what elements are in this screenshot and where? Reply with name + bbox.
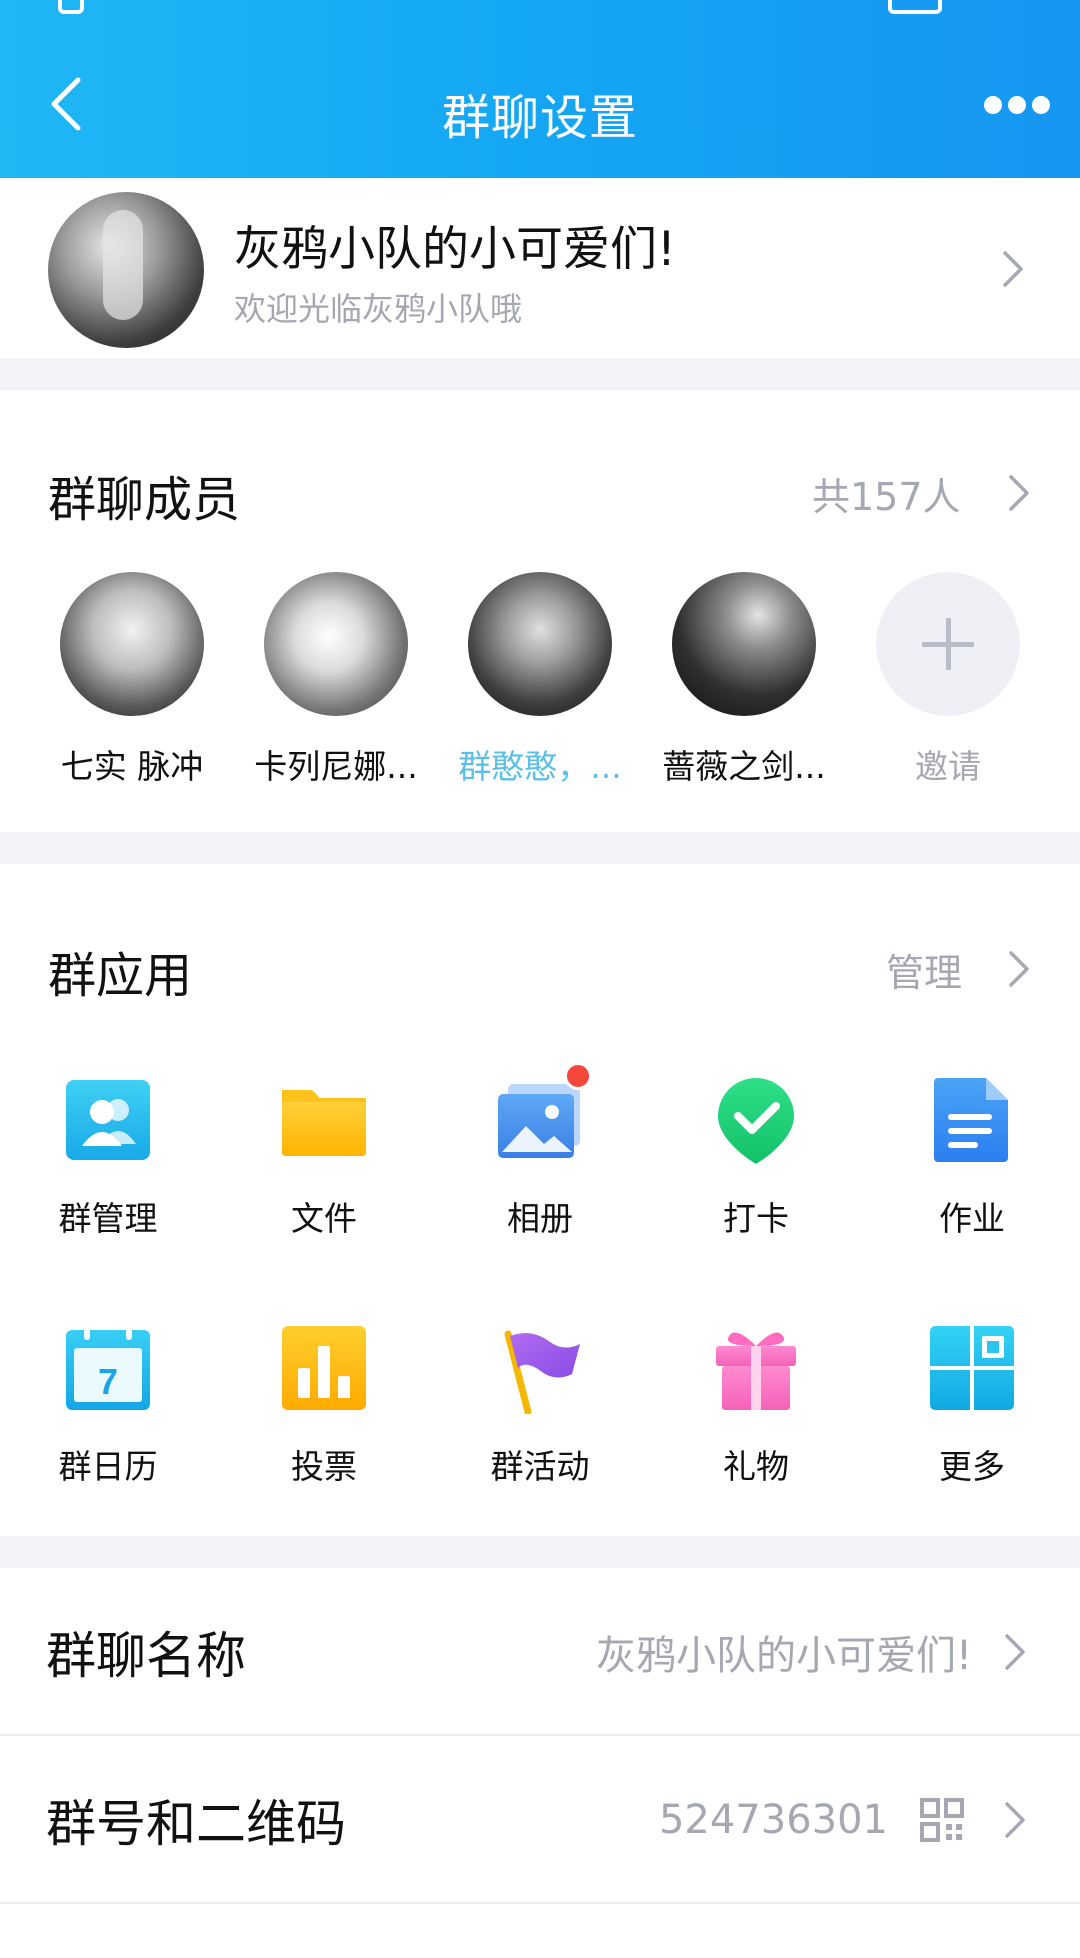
row-label: 群聊名称: [46, 1627, 246, 1685]
app-label: 更多: [939, 1447, 1005, 1486]
battery-icon: [888, 0, 942, 14]
chevron-right-icon: [1008, 474, 1030, 512]
notification-badge: [564, 1062, 592, 1090]
member-name: 群憨憨，...: [458, 747, 622, 786]
folder-icon: [278, 1074, 370, 1166]
members-count: 共157人: [812, 475, 961, 519]
group-manage-icon: [62, 1074, 154, 1166]
app-activity[interactable]: 群活动: [432, 1322, 648, 1488]
album-icon: [494, 1062, 592, 1166]
flag-icon: [494, 1322, 586, 1414]
settings-list: 群聊名称 灰鸦小队的小可爱们! 群号和二维码 524736301: [0, 1568, 1080, 1958]
more-options-icon[interactable]: [984, 96, 1050, 116]
status-bar: [0, 0, 1080, 20]
more-apps-icon: [926, 1322, 1018, 1414]
calendar-icon: 7: [62, 1322, 154, 1414]
divider: [0, 1902, 1080, 1904]
app-label: 文件: [291, 1199, 357, 1238]
avatar: [468, 572, 612, 716]
member-item[interactable]: 群憨憨，...: [440, 572, 640, 788]
chevron-right-icon: [1008, 950, 1030, 988]
group-avatar: [48, 192, 204, 348]
app-label: 相册: [507, 1199, 573, 1238]
group-description: 欢迎光临灰鸦小队哦: [234, 290, 523, 328]
group-name: 灰鸦小队的小可爱们!: [234, 222, 676, 277]
avatar: [672, 572, 816, 716]
gift-icon: [710, 1322, 802, 1414]
app-label: 打卡: [723, 1199, 789, 1238]
member-item[interactable]: 卡列尼娜...: [236, 572, 436, 788]
page-title: 群聊设置: [441, 90, 638, 146]
header-bar: 群聊设置: [0, 0, 1080, 178]
avatar: [264, 572, 408, 716]
avatar: [60, 572, 204, 716]
invite-label: 邀请: [915, 747, 981, 786]
row-label: 群号和二维码: [46, 1795, 346, 1853]
app-label: 群活动: [490, 1447, 590, 1486]
checkin-icon: [710, 1074, 802, 1166]
app-label: 礼物: [723, 1447, 789, 1486]
app-label: 作业: [939, 1199, 1005, 1238]
manage-label: 管理: [886, 951, 963, 995]
app-homework[interactable]: 作业: [864, 1074, 1080, 1240]
apps-title: 群应用: [48, 948, 193, 1004]
member-item[interactable]: 七实 脉冲: [32, 572, 232, 788]
members-section: 群聊成员 共157人 七实 脉冲 卡列尼娜... 群憨憨，... 蔷薇之剑...…: [0, 390, 1080, 832]
app-album[interactable]: 相册: [432, 1062, 648, 1240]
calendar-day: 7: [98, 1361, 118, 1402]
plus-icon: [876, 572, 1020, 716]
group-apps-section: 群应用 管理 群管理 文件 相册 打卡 作业 7 群日历 投票 群活动 礼物 更…: [0, 864, 1080, 1536]
app-label: 投票: [291, 1447, 357, 1486]
members-title: 群聊成员: [48, 472, 241, 528]
vote-icon: [278, 1322, 370, 1414]
chevron-right-icon: [1004, 1801, 1026, 1839]
app-vote[interactable]: 投票: [216, 1322, 432, 1488]
qr-code-icon: [920, 1798, 964, 1842]
row-value: 灰鸦小队的小可爱们!: [595, 1633, 972, 1679]
member-name: 七实 脉冲: [60, 747, 204, 786]
invite-button[interactable]: 邀请: [848, 572, 1048, 788]
app-label: 群管理: [58, 1199, 158, 1238]
app-more[interactable]: 更多: [864, 1322, 1080, 1488]
app-group-manage[interactable]: 群管理: [0, 1074, 216, 1240]
app-calendar[interactable]: 7 群日历: [0, 1322, 216, 1488]
group-name-row[interactable]: 群聊名称 灰鸦小队的小可爱们!: [0, 1568, 1080, 1736]
member-item[interactable]: 蔷薇之剑...: [644, 572, 844, 788]
member-name: 卡列尼娜...: [254, 747, 418, 786]
group-id-row[interactable]: 群号和二维码 524736301: [0, 1736, 1080, 1904]
chevron-right-icon: [1004, 1633, 1026, 1671]
status-icon: [58, 0, 84, 14]
group-profile-card[interactable]: 灰鸦小队的小可爱们! 欢迎光临灰鸦小队哦: [0, 178, 1080, 358]
chevron-right-icon: [1002, 250, 1024, 288]
member-name: 蔷薇之剑...: [662, 747, 826, 786]
app-label: 群日历: [58, 1447, 158, 1486]
homework-icon: [926, 1074, 1018, 1166]
row-value: 524736301: [658, 1797, 888, 1843]
app-checkin[interactable]: 打卡: [648, 1074, 864, 1240]
app-gift[interactable]: 礼物: [648, 1322, 864, 1488]
app-files[interactable]: 文件: [216, 1074, 432, 1240]
